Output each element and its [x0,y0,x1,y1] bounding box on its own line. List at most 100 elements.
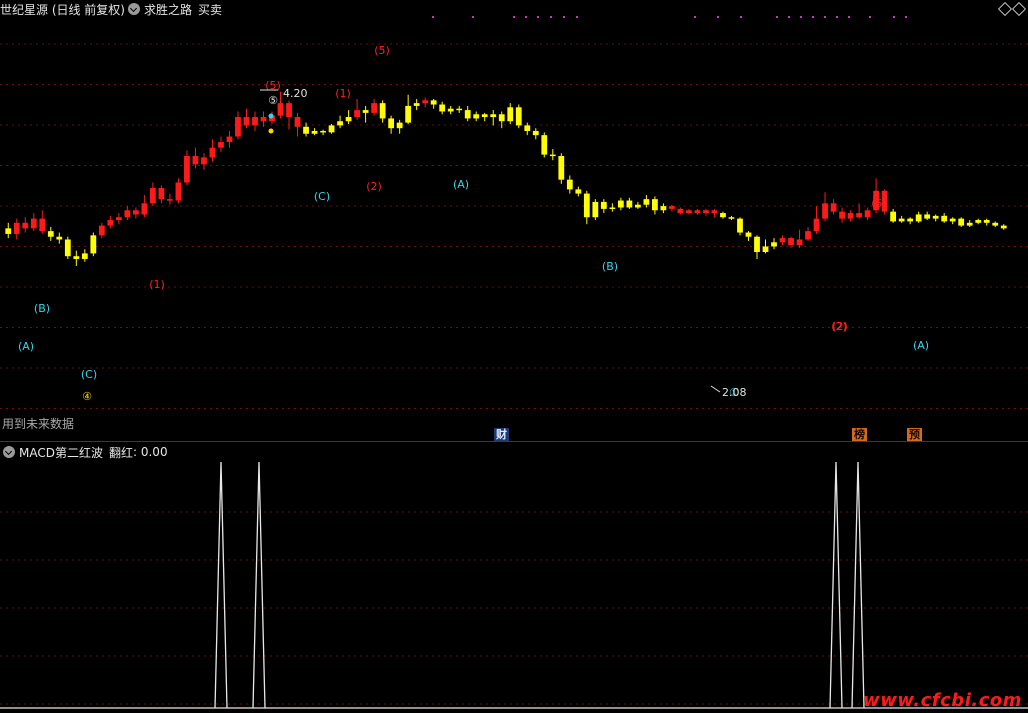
candle-body [626,200,633,208]
chevron-down-icon[interactable] [3,446,15,458]
sub-series-name: 翻红 [108,445,133,460]
candle-body [515,107,522,126]
candle-body [90,235,97,254]
wave-label: (1) [149,278,165,291]
candle-body [966,222,973,226]
wave-label: (B) [602,260,618,273]
wave-label: (5) [871,197,887,210]
candle-body [532,130,539,136]
candle-body [235,117,241,137]
candle-body [328,125,335,133]
pane-divider[interactable] [0,441,1028,442]
candle-body [167,199,173,201]
candle-body [788,238,794,246]
candle-body [890,211,897,222]
candle-body [337,121,343,126]
sub-gridlines [0,511,1028,705]
candle-body [439,104,446,112]
finance-badge[interactable]: 财 [494,428,509,441]
wave-label: (2) [832,320,848,333]
candle-body [13,222,20,234]
ranking-badge[interactable]: 榜 [852,428,867,441]
top-marker [836,16,838,18]
candle-body [762,246,769,253]
top-marker [824,16,826,18]
candle-body [56,236,63,240]
candle-body [541,135,548,155]
candle-body [201,157,207,165]
candlesticks [5,92,1007,266]
candle-body [830,203,837,212]
candle-body [949,218,956,222]
forecast-badge[interactable]: 预 [907,428,922,441]
candle-body [5,228,12,234]
candle-body [839,211,845,219]
price-chart[interactable]: (A)(B)(C)④(1)⑤(5)(C)(1)(2)(5)(A)(B)①(2)(… [0,0,1028,713]
top-marker [537,16,539,18]
wave-label: (1) [335,87,351,100]
candle-body [158,188,165,200]
candle-body [617,200,624,208]
macd-second-red-wave-lines [0,461,1028,709]
candle-body [286,103,292,118]
candle-body [915,214,922,222]
wave-label: ④ [82,390,92,403]
candle-body [107,220,114,226]
candle-body [771,242,777,247]
top-marker [740,16,742,18]
candle-body [524,125,531,131]
candle-body [252,117,258,126]
candle-body [805,231,811,240]
candle-body [481,114,488,118]
sub-indicator-name[interactable]: MACD第二红波 [19,444,103,461]
candle-body [184,156,190,183]
candle-body [660,206,667,211]
top-marker [513,16,515,18]
candle-body [898,218,905,222]
top-marker [800,16,802,18]
candle-body [124,210,131,218]
candle-body [703,210,709,214]
candle-body [549,154,556,157]
future-data-note: 用到未来数据 [2,417,75,431]
top-marker [432,16,434,18]
candle-body [422,100,429,104]
candle-body [864,210,871,218]
wave-label: ⑤ [268,94,278,107]
candle-body [405,105,412,123]
candle-body [456,108,463,111]
candle-body [388,118,395,129]
candle-body [634,204,641,208]
candle-body [64,239,71,257]
wave-label: (A) [18,340,34,353]
candle-body [294,117,301,127]
candle-body [992,222,999,226]
candle-body [975,220,982,223]
candle-body [277,103,284,116]
top-marker [812,16,814,18]
candle-body [847,213,854,219]
low-price-label: 2.08 [722,386,747,399]
candle-body [311,130,318,134]
top-marker [905,16,907,18]
signal-dot [268,128,274,134]
top-marker [550,16,552,18]
candle-body [507,107,514,122]
candle-body [779,238,786,243]
top-marker [848,16,850,18]
candle-body [303,126,309,134]
top-marker [788,16,790,18]
candle-body [575,189,582,194]
candle-body [694,210,701,214]
candle-body [745,232,752,237]
candle-body [81,253,88,259]
candle-body [728,217,735,219]
candle-body [924,214,931,219]
sub-chart-header: MACD第二红波 翻红 : 0.00 [0,443,168,461]
candle-body [354,110,360,118]
signal-dot [268,113,274,119]
candle-body [737,218,743,233]
candle-body [396,122,403,129]
candle-body [796,239,803,246]
signal-spike [252,461,266,709]
